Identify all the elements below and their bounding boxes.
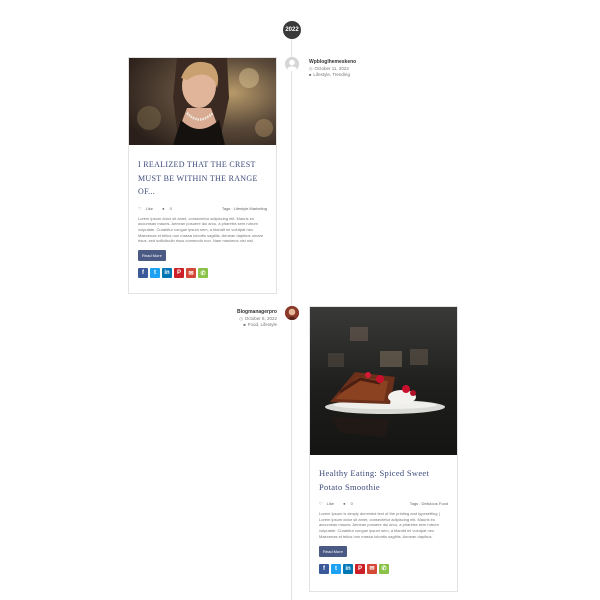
post-stats-row: ♡ Like ● 0 Tags : Delicious Food	[319, 501, 448, 506]
post-meta: Wpbloglhemeskeno ◷ October 11, 2022 ■ Life…	[309, 59, 356, 79]
comments-link[interactable]: ● 0	[162, 206, 176, 211]
post-image[interactable]	[310, 307, 457, 455]
twitter-icon[interactable]: t	[150, 268, 160, 279]
facebook-icon[interactable]: f	[319, 563, 329, 574]
post-meta: Blogmanagerpro ◷ October 8, 2022 ■ Food, L…	[200, 309, 277, 329]
post-excerpt: Lorem Ipsum is simply dummied text of th…	[319, 511, 440, 539]
clock-icon: ◷	[239, 315, 243, 321]
post-image[interactable]	[129, 58, 276, 145]
whatsapp-icon[interactable]: ✆	[379, 563, 389, 574]
post-title[interactable]: I REALIZED THAT THE CREST MUST BE WITHIN…	[138, 158, 267, 199]
post-card: Healthy Eating: Spiced Sweet Potato Smoo…	[309, 306, 458, 592]
linkedin-icon[interactable]: in	[343, 563, 353, 574]
folder-icon: ■	[309, 72, 312, 77]
linkedin-icon[interactable]: in	[162, 268, 172, 279]
author-avatar[interactable]	[285, 57, 299, 71]
post-excerpt: Lorem ipsum dolor sit amet, consectetur …	[138, 215, 264, 244]
post-categories[interactable]: Lifestyle, Trending	[313, 72, 350, 77]
post-tags: Tags : Delicious Food	[409, 501, 448, 506]
facebook-icon[interactable]: f	[138, 268, 148, 279]
comment-icon: ●	[162, 205, 165, 211]
email-icon[interactable]: ✉	[367, 563, 377, 574]
tag-link[interactable]: Delicious Food	[422, 501, 448, 506]
user-silhouette-icon	[285, 57, 299, 71]
email-icon[interactable]: ✉	[186, 268, 196, 279]
heart-icon: ♡	[319, 501, 323, 506]
like-button[interactable]: ♡ Like	[138, 206, 157, 211]
year-badge: 2022	[283, 21, 301, 39]
comment-icon: ●	[343, 501, 346, 506]
post-stats-row: ♡ Like ● 0 Tags : Lifestyle Marketing	[138, 206, 267, 211]
read-more-button[interactable]: Read More	[319, 545, 347, 557]
pinterest-icon[interactable]: P	[355, 563, 365, 574]
share-buttons: f t in P ✉ ✆	[319, 563, 448, 574]
post-tags: Tags : Lifestyle Marketing	[221, 205, 267, 211]
post-categories[interactable]: Food, Lifestyle	[248, 322, 277, 327]
user-avatar-icon	[285, 306, 299, 320]
author-avatar[interactable]	[285, 306, 299, 320]
tag-link[interactable]: Lifestyle Marketing	[234, 206, 267, 211]
comments-link[interactable]: ● 0	[343, 501, 357, 506]
post-date: October 8, 2022	[244, 315, 277, 321]
woman-portrait-image	[129, 58, 276, 145]
share-buttons: f t in P ✉ ✆	[138, 268, 267, 279]
read-more-button[interactable]: Read More	[138, 250, 166, 262]
heart-icon: ♡	[138, 205, 142, 211]
whatsapp-icon[interactable]: ✆	[198, 268, 208, 279]
twitter-icon[interactable]: t	[331, 563, 341, 574]
post-date: October 11, 2022	[314, 65, 349, 71]
post-card: I REALIZED THAT THE CREST MUST BE WITHIN…	[128, 57, 277, 294]
dessert-plate-image	[310, 307, 457, 455]
pinterest-icon[interactable]: P	[174, 268, 184, 279]
like-button[interactable]: ♡ Like	[319, 501, 338, 506]
folder-icon: ■	[243, 322, 246, 327]
post-title[interactable]: Healthy Eating: Spiced Sweet Potato Smoo…	[319, 467, 448, 494]
